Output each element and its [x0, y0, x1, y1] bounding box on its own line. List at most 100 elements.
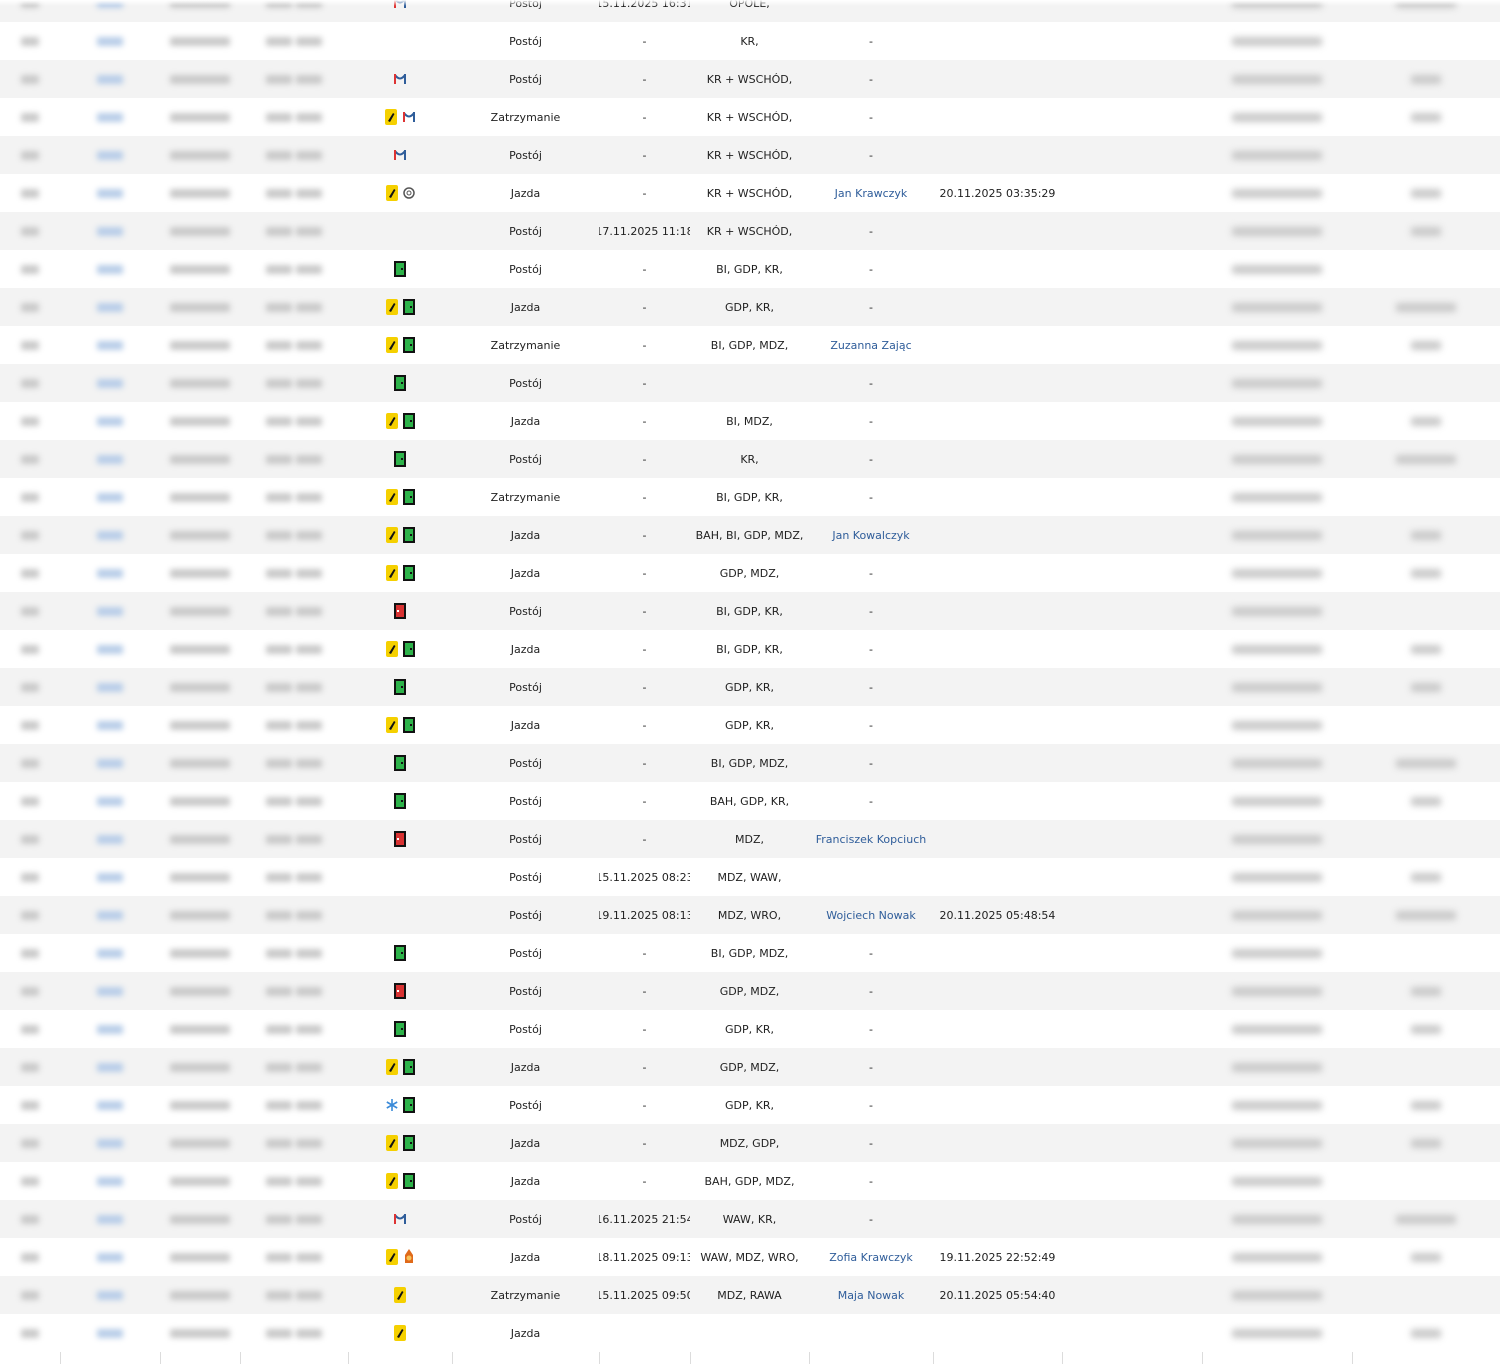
- row-checkbox[interactable]: [0, 592, 60, 630]
- table-row[interactable]: Postój - GDP, MDZ, -: [0, 972, 1500, 1010]
- actions-cell[interactable]: [1352, 668, 1500, 706]
- actions-cell[interactable]: [1352, 326, 1500, 364]
- actions-cell[interactable]: [1352, 212, 1500, 250]
- actions-cell[interactable]: [1352, 1124, 1500, 1162]
- actions-cell[interactable]: [1352, 1048, 1500, 1086]
- vehicle-id-link[interactable]: [60, 1010, 160, 1048]
- vehicle-id-link[interactable]: [60, 478, 160, 516]
- table-row[interactable]: Jazda - GDP, KR, -: [0, 288, 1500, 326]
- driver-link[interactable]: Zuzanna Zając: [809, 326, 933, 364]
- vehicle-id-link[interactable]: [60, 934, 160, 972]
- vehicle-id-link[interactable]: [60, 630, 160, 668]
- table-row[interactable]: Postój - BI, GDP, MDZ, -: [0, 744, 1500, 782]
- table-row[interactable]: Postój - KR, -: [0, 440, 1500, 478]
- table-row[interactable]: Postój 16.11.2025 21:54 WAW, KR, -: [0, 1200, 1500, 1238]
- row-checkbox[interactable]: [0, 706, 60, 744]
- table-row[interactable]: Postój - MDZ, Franciszek Kopciuch: [0, 820, 1500, 858]
- vehicle-id-link[interactable]: [60, 1276, 160, 1314]
- vehicle-id-link[interactable]: [60, 820, 160, 858]
- row-checkbox[interactable]: [0, 174, 60, 212]
- row-checkbox[interactable]: [0, 98, 60, 136]
- actions-cell[interactable]: [1352, 364, 1500, 402]
- driver-link[interactable]: Franciszek Kopciuch: [809, 820, 933, 858]
- actions-cell[interactable]: [1352, 250, 1500, 288]
- table-row[interactable]: Postój - KR + WSCHÓD, -: [0, 136, 1500, 174]
- vehicle-id-link[interactable]: [60, 1124, 160, 1162]
- row-checkbox[interactable]: [0, 858, 60, 896]
- row-checkbox[interactable]: [0, 402, 60, 440]
- actions-cell[interactable]: [1352, 1314, 1500, 1352]
- row-checkbox[interactable]: [0, 782, 60, 820]
- row-checkbox[interactable]: [0, 972, 60, 1010]
- actions-cell[interactable]: [1352, 288, 1500, 326]
- row-checkbox[interactable]: [0, 554, 60, 592]
- row-checkbox[interactable]: [0, 1124, 60, 1162]
- table-row[interactable]: Postój - BAH, GDP, KR, -: [0, 782, 1500, 820]
- actions-cell[interactable]: [1352, 1010, 1500, 1048]
- table-row[interactable]: Jazda: [0, 1314, 1500, 1352]
- table-row[interactable]: Jazda - MDZ, GDP, -: [0, 1124, 1500, 1162]
- table-row[interactable]: Postój - GDP, KR, -: [0, 1086, 1500, 1124]
- table-row[interactable]: Postój 15.11.2025 08:23 MDZ, WAW,: [0, 858, 1500, 896]
- vehicle-id-link[interactable]: [60, 22, 160, 60]
- row-checkbox[interactable]: [0, 478, 60, 516]
- actions-cell[interactable]: [1352, 98, 1500, 136]
- actions-cell[interactable]: [1352, 60, 1500, 98]
- vehicle-id-link[interactable]: [60, 744, 160, 782]
- vehicle-id-link[interactable]: [60, 1086, 160, 1124]
- row-checkbox[interactable]: [0, 630, 60, 668]
- vehicle-id-link[interactable]: [60, 212, 160, 250]
- actions-cell[interactable]: [1352, 896, 1500, 934]
- vehicle-id-link[interactable]: [60, 516, 160, 554]
- vehicle-id-link[interactable]: [60, 1048, 160, 1086]
- table-row[interactable]: Postój - -: [0, 364, 1500, 402]
- table-row[interactable]: Jazda - GDP, KR, -: [0, 706, 1500, 744]
- row-checkbox[interactable]: [0, 60, 60, 98]
- table-row[interactable]: Zatrzymanie - BI, GDP, KR, -: [0, 478, 1500, 516]
- vehicle-id-link[interactable]: [60, 364, 160, 402]
- table-row[interactable]: Jazda - BI, MDZ, -: [0, 402, 1500, 440]
- row-checkbox[interactable]: [0, 1314, 60, 1352]
- actions-cell[interactable]: [1352, 1238, 1500, 1276]
- row-checkbox[interactable]: [0, 440, 60, 478]
- actions-cell[interactable]: [1352, 972, 1500, 1010]
- row-checkbox[interactable]: [0, 668, 60, 706]
- vehicle-id-link[interactable]: [60, 1162, 160, 1200]
- actions-cell[interactable]: [1352, 858, 1500, 896]
- driver-link[interactable]: Maja Nowak: [809, 1276, 933, 1314]
- row-checkbox[interactable]: [0, 22, 60, 60]
- row-checkbox[interactable]: [0, 326, 60, 364]
- actions-cell[interactable]: [1352, 630, 1500, 668]
- vehicle-id-link[interactable]: [60, 402, 160, 440]
- actions-cell[interactable]: [1352, 1162, 1500, 1200]
- actions-cell[interactable]: [1352, 440, 1500, 478]
- actions-cell[interactable]: [1352, 592, 1500, 630]
- vehicle-id-link[interactable]: [60, 1314, 160, 1352]
- vehicle-id-link[interactable]: [60, 1200, 160, 1238]
- row-checkbox[interactable]: [0, 1048, 60, 1086]
- vehicle-id-link[interactable]: [60, 440, 160, 478]
- row-checkbox[interactable]: [0, 212, 60, 250]
- actions-cell[interactable]: [1352, 744, 1500, 782]
- table-row[interactable]: Postój 19.11.2025 08:13 MDZ, WRO, Wojciech …: [0, 896, 1500, 934]
- row-checkbox[interactable]: [0, 744, 60, 782]
- vehicle-id-link[interactable]: [60, 706, 160, 744]
- table-row[interactable]: Jazda - BI, GDP, KR, -: [0, 630, 1500, 668]
- table-row[interactable]: Postój - BI, GDP, MDZ, -: [0, 934, 1500, 972]
- actions-cell[interactable]: [1352, 706, 1500, 744]
- vehicle-id-link[interactable]: [60, 326, 160, 364]
- vehicle-id-link[interactable]: [60, 858, 160, 896]
- table-row[interactable]: Postój - KR, -: [0, 22, 1500, 60]
- table-row[interactable]: Jazda - GDP, MDZ, -: [0, 1048, 1500, 1086]
- driver-link[interactable]: Wojciech Nowak: [809, 896, 933, 934]
- table-row[interactable]: Postój - BI, GDP, KR, -: [0, 592, 1500, 630]
- actions-cell[interactable]: [1352, 516, 1500, 554]
- actions-cell[interactable]: [1352, 1200, 1500, 1238]
- table-row[interactable]: Postój - GDP, KR, -: [0, 1010, 1500, 1048]
- actions-cell[interactable]: [1352, 554, 1500, 592]
- table-row[interactable]: Jazda - GDP, MDZ, -: [0, 554, 1500, 592]
- actions-cell[interactable]: [1352, 1086, 1500, 1124]
- vehicle-id-link[interactable]: [60, 288, 160, 326]
- vehicle-id-link[interactable]: [60, 896, 160, 934]
- driver-link[interactable]: Jan Kowalczyk: [809, 516, 933, 554]
